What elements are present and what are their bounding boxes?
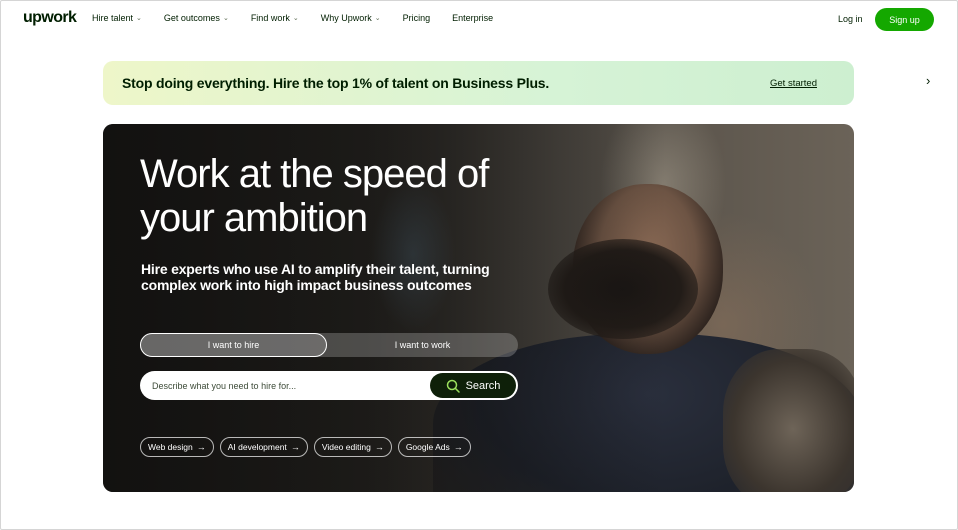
arrow-right-icon: → (196, 442, 206, 452)
chip-label: Web design (148, 442, 193, 452)
login-link[interactable]: Log in (838, 14, 863, 24)
nav-label: Pricing (402, 13, 431, 23)
arrow-right-icon: → (374, 442, 384, 452)
nav-find-work[interactable]: Find work ⌄ (251, 13, 299, 23)
chip-google-ads[interactable]: Google Ads → (397, 437, 471, 457)
toggle-hire[interactable]: I want to hire (140, 333, 327, 357)
nav-why-upwork[interactable]: Why Upwork ⌄ (321, 13, 381, 23)
search-icon (446, 379, 460, 393)
arrow-right-icon: → (453, 442, 463, 452)
chip-label: Google Ads (405, 442, 450, 452)
hero-title: Work at the speed of your ambition (140, 152, 489, 240)
signup-button[interactable]: Sign up (875, 8, 934, 31)
nav-label: Find work (250, 13, 290, 23)
nav-label: Enterprise (452, 13, 494, 23)
main-nav: Hire talent ⌄ Get outcomes ⌄ Find work ⌄… (92, 13, 515, 23)
site-header: upwork Hire talent ⌄ Get outcomes ⌄ Find… (0, 0, 958, 40)
nav-pricing[interactable]: Pricing (403, 13, 431, 23)
nav-label: Hire talent (92, 13, 134, 23)
search-input[interactable] (152, 378, 422, 393)
suggestion-chips: Web design → AI development → Video edit… (140, 437, 471, 457)
hero-section: Work at the speed of your ambition Hire … (103, 124, 854, 492)
chevron-down-icon: ⌄ (292, 15, 299, 22)
chip-label: AI development (227, 442, 287, 452)
chip-ai-development[interactable]: AI development → (219, 437, 308, 457)
nav-label: Get outcomes (163, 13, 220, 23)
nav-label: Why Upwork (320, 13, 372, 23)
hire-work-toggle: I want to hire I want to work (140, 333, 518, 357)
chevron-right-icon[interactable]: › (926, 73, 930, 88)
search-bar: Search (140, 371, 518, 400)
banner-text: Stop doing everything. Hire the top 1% o… (122, 75, 550, 91)
hero-subtitle: Hire experts who use AI to amplify their… (141, 261, 490, 293)
nav-hire-talent[interactable]: Hire talent ⌄ (92, 13, 142, 23)
get-started-link[interactable]: Get started (770, 78, 817, 89)
nav-get-outcomes[interactable]: Get outcomes ⌄ (164, 13, 229, 23)
chip-video-editing[interactable]: Video editing → (313, 437, 392, 457)
search-button-label: Search (465, 379, 501, 392)
chip-web-design[interactable]: Web design → (140, 437, 214, 457)
chip-label: Video editing (321, 442, 371, 452)
promo-banner: Stop doing everything. Hire the top 1% o… (103, 61, 930, 105)
arrow-right-icon: → (290, 442, 300, 452)
toggle-work[interactable]: I want to work (327, 333, 518, 357)
chevron-down-icon: ⌄ (136, 15, 142, 22)
upwork-logo[interactable]: upwork (23, 9, 77, 27)
nav-enterprise[interactable]: Enterprise (452, 13, 493, 23)
search-button[interactable]: Search (430, 373, 516, 398)
chevron-down-icon: ⌄ (222, 15, 229, 22)
chevron-down-icon: ⌄ (374, 15, 381, 22)
